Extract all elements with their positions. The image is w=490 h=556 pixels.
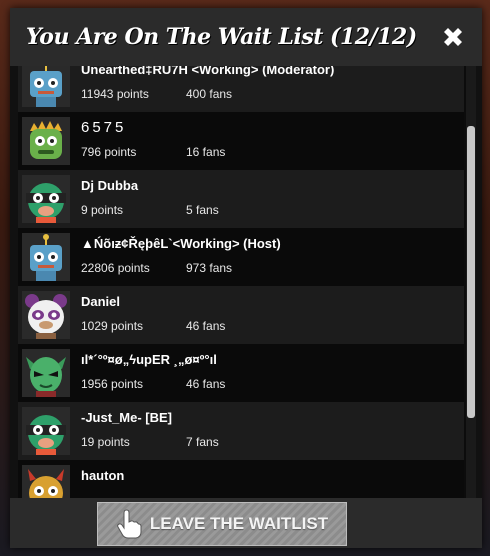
user-fans: 46 fans (186, 377, 226, 391)
horned-avatar-icon (22, 465, 70, 498)
modal-title: You Are On The Wait List (12/12) (26, 24, 417, 50)
list-item[interactable]: 6575 796 points 16 fans (18, 112, 464, 170)
list-item[interactable]: ▲Ńõıƶ¢ŘęþêL`<Working> (Host) 22806 point… (18, 228, 464, 286)
user-points: 1956 points (81, 377, 144, 391)
list-item[interactable]: hauton (18, 460, 464, 498)
list-item[interactable]: Unearthed‡RU7H <Working> (Moderator) 119… (18, 66, 464, 112)
user-fans: 7 fans (186, 435, 219, 449)
list-scrollbar[interactable] (466, 66, 476, 498)
user-fans: 400 fans (186, 87, 233, 101)
user-name: ıl*´°º¤ø„ϟupER ¸„ø¤º°ıl (81, 352, 217, 367)
leave-waitlist-label: LEAVE THE WAITLIST (149, 514, 329, 533)
user-name: Daniel (81, 294, 121, 309)
user-points: 9 points (81, 203, 124, 217)
robot-avatar-icon (22, 233, 70, 281)
user-points: 1029 points (81, 319, 144, 333)
list-item[interactable]: ıl*´°º¤ø„ϟupER ¸„ø¤º°ıl 1956 points 46 f… (18, 344, 464, 402)
user-name: Dj Dubba (81, 178, 139, 193)
user-points: 796 points (81, 145, 137, 159)
close-icon (444, 28, 462, 46)
user-fans: 5 fans (186, 203, 219, 217)
waitlist-list[interactable]: Unearthed‡RU7H <Working> (Moderator) 119… (18, 66, 474, 498)
waitlist-modal: You Are On The Wait List (12/12) Unearth… (10, 8, 482, 548)
user-points: 19 points (81, 435, 130, 449)
user-name: -Just_Me- [BE] (81, 410, 173, 425)
green-headphones-avatar-icon (22, 407, 70, 455)
list-item[interactable]: -Just_Me- [BE] 19 points 7 fans (18, 402, 464, 460)
list-item[interactable]: Dj Dubba 9 points 5 fans (18, 170, 464, 228)
user-fans: 973 fans (186, 261, 233, 275)
user-name: ▲Ńõıƶ¢ŘęþêL`<Working> (Host) (81, 236, 281, 251)
scrollbar-thumb[interactable] (467, 126, 475, 418)
green-headphones-avatar-icon (22, 175, 70, 223)
user-name: hauton (81, 468, 125, 483)
user-points: 11943 points (81, 87, 149, 101)
modal-footer: LEAVE THE WAITLIST (10, 498, 482, 548)
user-name: 6575 (81, 119, 127, 136)
user-fans: 16 fans (186, 145, 226, 159)
user-points: 22806 points (81, 261, 150, 275)
panda-avatar-icon (22, 291, 70, 339)
leave-waitlist-button[interactable]: LEAVE THE WAITLIST (97, 502, 347, 546)
user-fans: 46 fans (186, 319, 226, 333)
green-alien-avatar-icon (22, 349, 70, 397)
modal-header: You Are On The Wait List (12/12) (10, 8, 482, 66)
close-button[interactable] (438, 22, 468, 52)
list-item[interactable]: Daniel 1029 points 46 fans (18, 286, 464, 344)
robot-avatar-icon (22, 66, 70, 107)
hand-cursor-icon (117, 509, 142, 539)
user-name: Unearthed‡RU7H <Working> (Moderator) (81, 66, 335, 77)
green-monster-avatar-icon (22, 117, 70, 165)
